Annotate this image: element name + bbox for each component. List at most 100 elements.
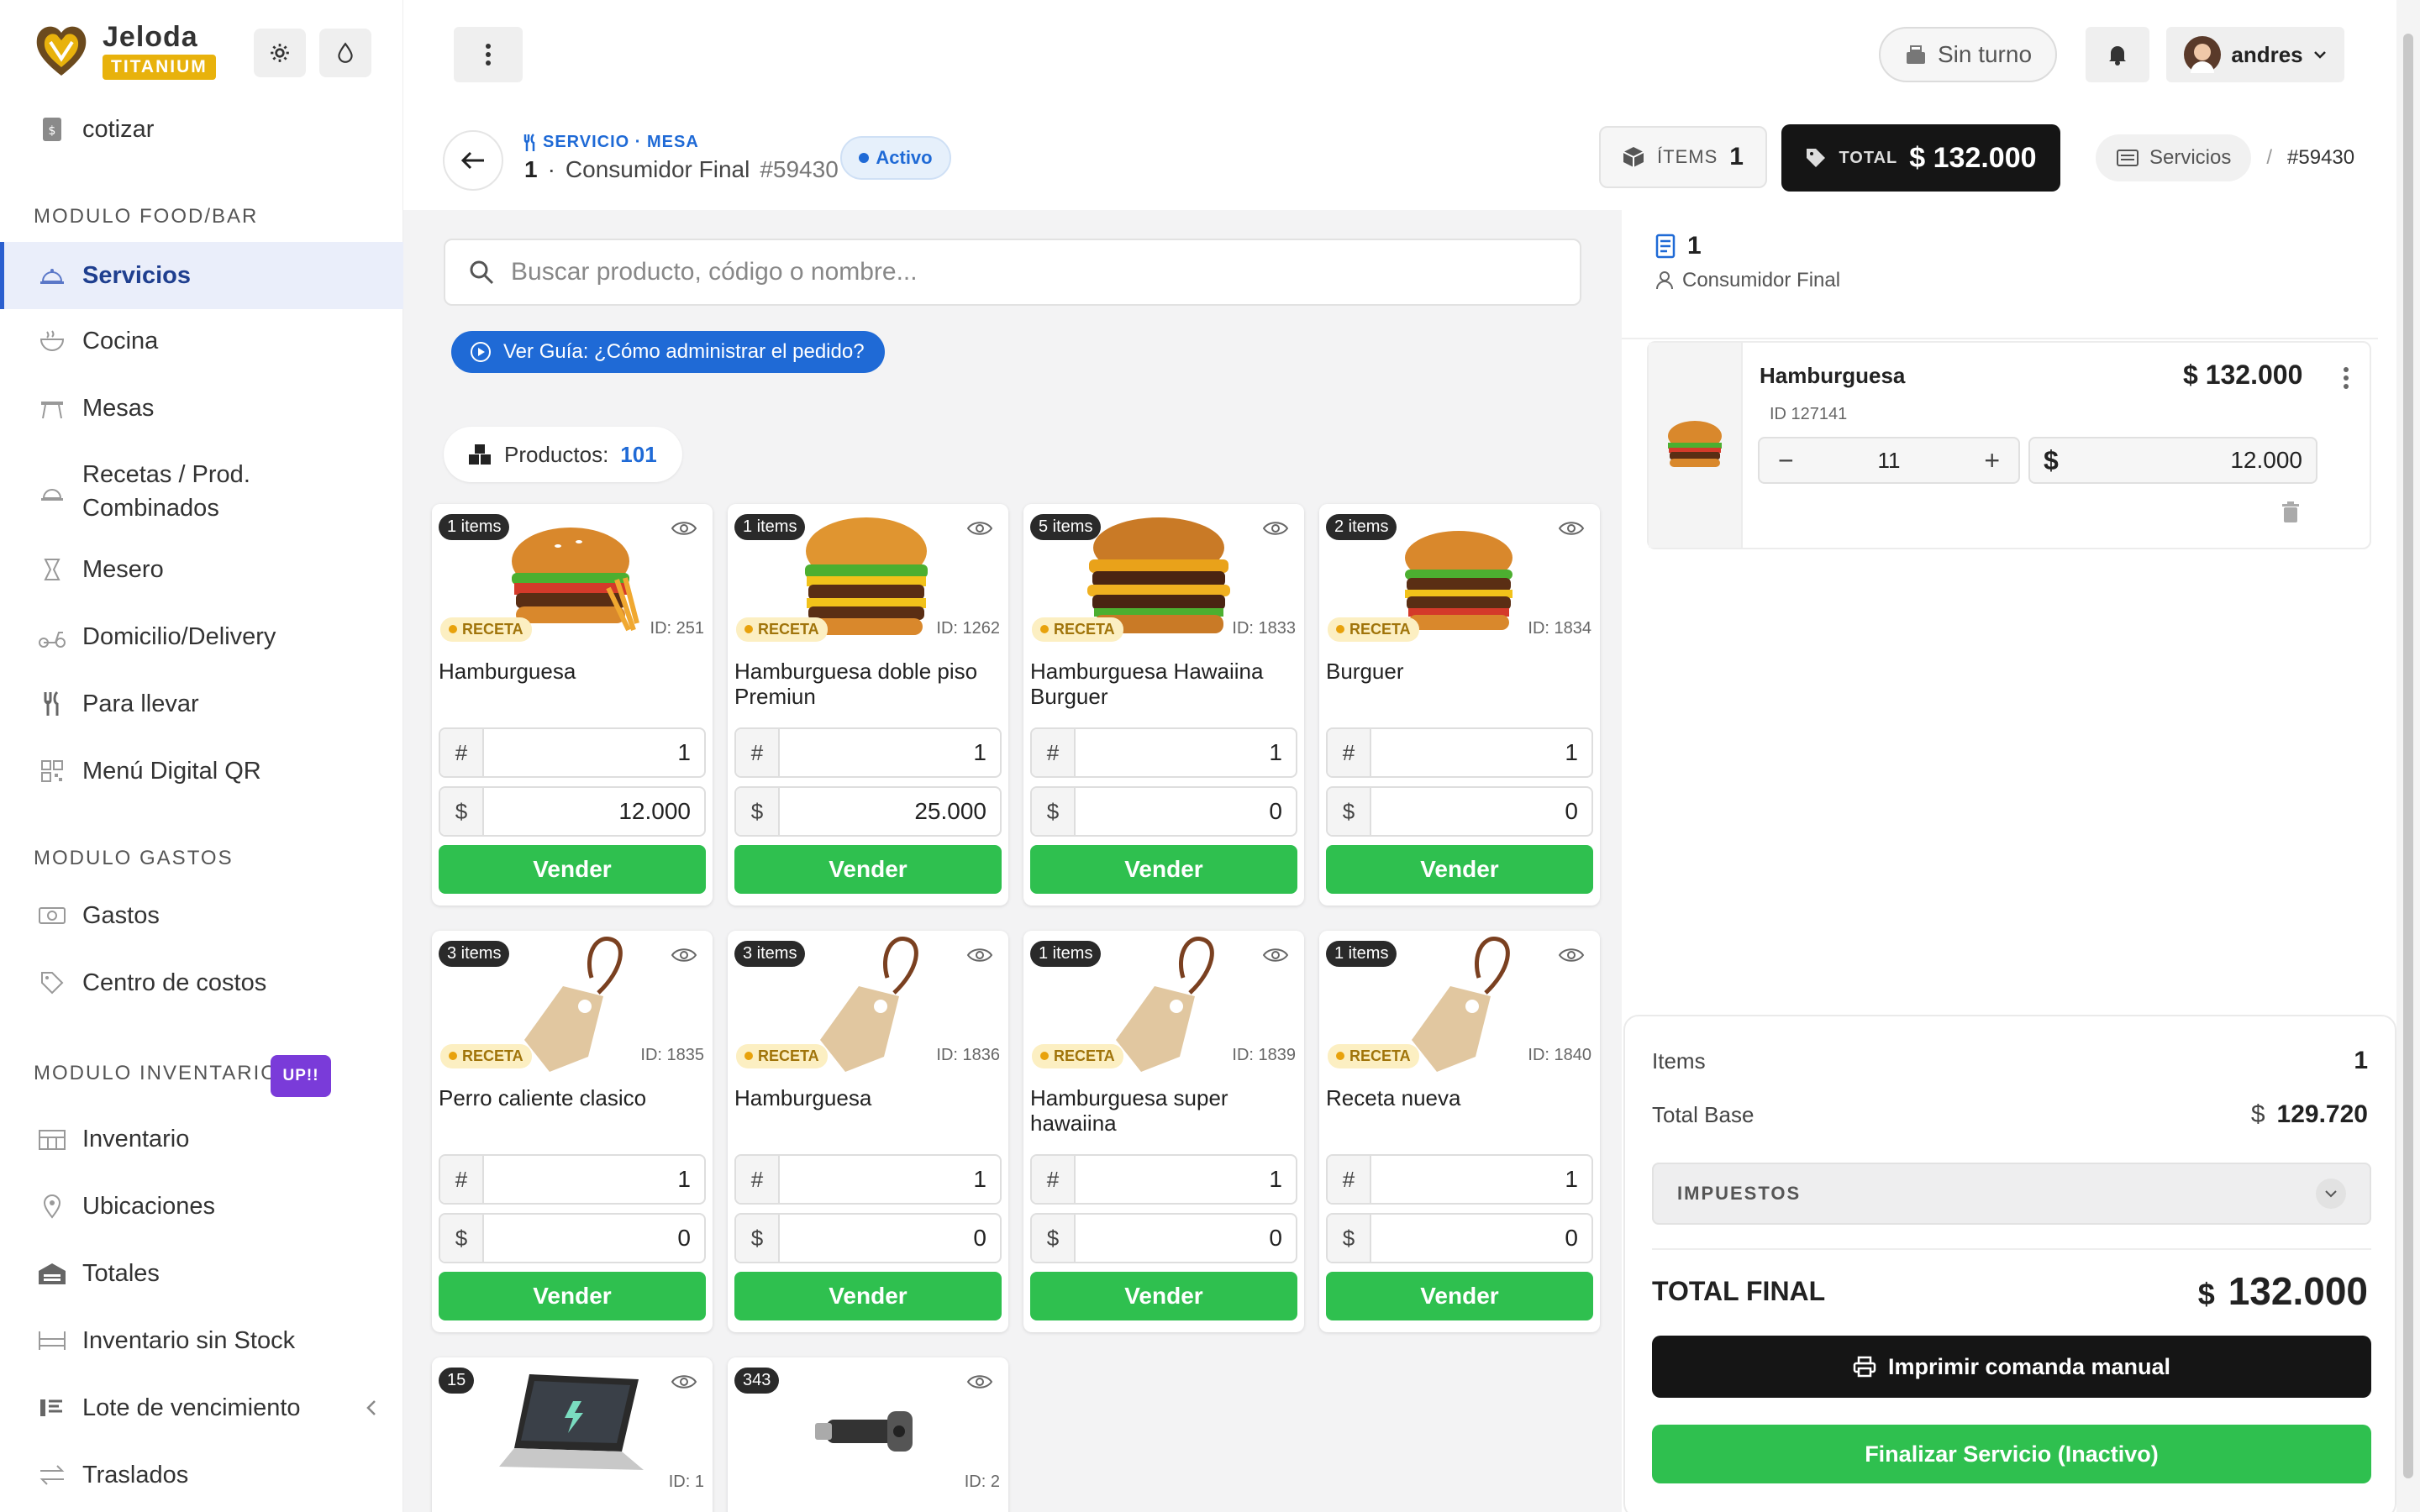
eye-icon[interactable]: [671, 519, 697, 538]
qty-value[interactable]: 1: [780, 739, 1000, 766]
sell-button[interactable]: Vender: [734, 1272, 1002, 1320]
sell-button[interactable]: Vender: [1030, 845, 1297, 894]
sidebar-item-lote[interactable]: Lote de vencimiento: [0, 1374, 403, 1441]
price-prefix: $: [1032, 1215, 1076, 1262]
sidebar-item-cocina[interactable]: Cocina: [0, 307, 403, 375]
sidebar-item-mesas[interactable]: Mesas: [0, 375, 403, 442]
eye-icon[interactable]: [1558, 946, 1585, 964]
eye-icon[interactable]: [1262, 519, 1289, 538]
price-value[interactable]: 0: [780, 1225, 1000, 1252]
sell-button[interactable]: Vender: [1326, 1272, 1593, 1320]
scrollbar-thumb[interactable]: [2403, 34, 2413, 1478]
eye-icon[interactable]: [671, 1373, 697, 1391]
eye-icon[interactable]: [966, 946, 993, 964]
sidebar-item-menu-qr[interactable]: Menú Digital QR: [0, 738, 403, 805]
sidebar-item-recetas[interactable]: Recetas / Prod. Combinados: [0, 454, 403, 529]
price-field[interactable]: $0: [1030, 786, 1297, 837]
price-value[interactable]: 0: [1371, 798, 1591, 825]
price-field[interactable]: $12.000: [439, 786, 706, 837]
eye-icon[interactable]: [671, 946, 697, 964]
qty-value[interactable]: 1: [1371, 1166, 1591, 1193]
table-number: 1: [524, 156, 538, 182]
quantity-field[interactable]: #1: [1030, 727, 1297, 778]
price-value[interactable]: 0: [484, 1225, 704, 1252]
sell-button[interactable]: Vender: [1030, 1272, 1297, 1320]
trash-icon[interactable]: [2281, 501, 2301, 524]
quantity-field[interactable]: #1: [1326, 727, 1593, 778]
sidebar-item-ubicaciones[interactable]: Ubicaciones: [0, 1173, 403, 1240]
price-field[interactable]: $0: [439, 1213, 706, 1263]
quantity-field[interactable]: #1: [439, 727, 706, 778]
qty-value[interactable]: 1: [1076, 1166, 1296, 1193]
sidebar-item-traslados[interactable]: Traslados: [0, 1441, 403, 1509]
price-value[interactable]: 0: [1371, 1225, 1591, 1252]
quantity-field[interactable]: #1: [734, 727, 1002, 778]
price-value[interactable]: 0: [1076, 1225, 1296, 1252]
guide-button[interactable]: Ver Guía: ¿Cómo administrar el pedido?: [451, 331, 885, 373]
print-order-button[interactable]: Imprimir comanda manual: [1652, 1336, 2371, 1398]
sidebar-item-servicios[interactable]: Servicios: [0, 242, 403, 309]
breadcrumb-servicios[interactable]: Servicios: [2096, 134, 2252, 181]
taxes-accordion[interactable]: IMPUESTOS: [1652, 1163, 2371, 1225]
sidebar-item-para-llevar[interactable]: Para llevar: [0, 670, 403, 738]
price-value[interactable]: 25.000: [780, 798, 1000, 825]
sidebar-item-mesero[interactable]: Mesero: [0, 536, 403, 603]
eye-icon[interactable]: [1262, 946, 1289, 964]
qty-value[interactable]: 1: [1371, 739, 1591, 766]
quantity-field[interactable]: #1: [1326, 1154, 1593, 1205]
quantity-field[interactable]: #1: [1030, 1154, 1297, 1205]
minus-button[interactable]: −: [1778, 445, 1794, 476]
quantity-stepper[interactable]: − 11 +: [1758, 437, 2020, 484]
sell-button[interactable]: Vender: [439, 1272, 706, 1320]
sidebar-item-centro-costos[interactable]: Centro de costos: [0, 949, 403, 1016]
eye-icon[interactable]: [966, 519, 993, 538]
chevron-left-icon[interactable]: [366, 1399, 376, 1416]
plus-button[interactable]: +: [1984, 445, 2000, 476]
eye-icon[interactable]: [966, 1373, 993, 1391]
quantity-value[interactable]: 11: [1878, 448, 1901, 474]
price-field[interactable]: $0: [1326, 1213, 1593, 1263]
breadcrumb-section: Servicios: [2149, 146, 2232, 169]
unit-price-field[interactable]: $ 12.000: [2028, 437, 2317, 484]
price-value[interactable]: 0: [1076, 798, 1296, 825]
quantity-field[interactable]: #1: [734, 1154, 1002, 1205]
total-final-currency: $: [2197, 1277, 2215, 1311]
sidebar-item-cotizar[interactable]: $ cotizar: [0, 96, 403, 163]
sidebar-item-sin-stock[interactable]: Inventario sin Stock: [0, 1307, 403, 1374]
price-field[interactable]: $0: [734, 1213, 1002, 1263]
unit-price-value[interactable]: 12.000: [2059, 447, 2302, 474]
sidebar-item-totales[interactable]: Totales: [0, 1240, 403, 1307]
sidebar-item-gastos[interactable]: Gastos: [0, 882, 403, 949]
product-image: 1 items RECETA ID: 1839: [1023, 931, 1304, 1079]
price-field[interactable]: $0: [1326, 786, 1593, 837]
printer-icon: [1853, 1356, 1876, 1378]
qty-value[interactable]: 1: [484, 739, 704, 766]
sell-button[interactable]: Vender: [439, 845, 706, 894]
user-menu[interactable]: andres: [2166, 27, 2344, 82]
price-value[interactable]: 12.000: [484, 798, 704, 825]
notifications-button[interactable]: [2086, 27, 2149, 82]
settings-button[interactable]: [254, 29, 306, 77]
qty-value[interactable]: 1: [780, 1166, 1000, 1193]
vertical-dots-icon[interactable]: [2343, 366, 2349, 390]
shift-button[interactable]: Sin turno: [1879, 27, 2057, 82]
sell-button[interactable]: Vender: [734, 845, 1002, 894]
more-menu-button[interactable]: [454, 27, 523, 82]
eye-icon[interactable]: [1558, 519, 1585, 538]
product-name: Hamburguesa: [439, 659, 576, 684]
sidebar-item-inventario[interactable]: Inventario: [0, 1105, 403, 1173]
price-field[interactable]: $0: [1030, 1213, 1297, 1263]
back-button[interactable]: [443, 130, 503, 191]
quantity-field[interactable]: #1: [439, 1154, 706, 1205]
search-input[interactable]: Buscar producto, código o nombre...: [444, 239, 1581, 306]
finish-service-button[interactable]: Finalizar Servicio (Inactivo): [1652, 1425, 2371, 1483]
qty-value[interactable]: 1: [484, 1166, 704, 1193]
scrollbar[interactable]: [2396, 0, 2420, 1512]
price-field[interactable]: $25.000: [734, 786, 1002, 837]
theme-button[interactable]: [319, 29, 371, 77]
taxes-toggle[interactable]: [2316, 1179, 2346, 1209]
qty-value[interactable]: 1: [1076, 739, 1296, 766]
brand[interactable]: Jeloda TITANIUM: [34, 22, 216, 81]
sell-button[interactable]: Vender: [1326, 845, 1593, 894]
sidebar-item-domicilio[interactable]: Domicilio/Delivery: [0, 603, 403, 670]
